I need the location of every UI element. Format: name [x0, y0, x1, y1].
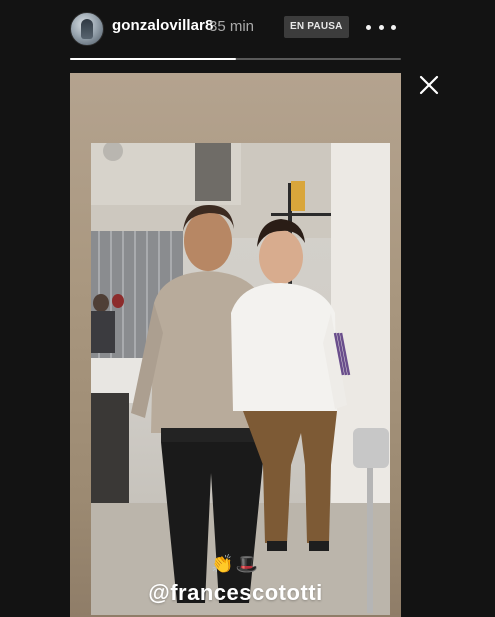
emoji-sticker: 👏🎩	[211, 554, 260, 574]
story-card[interactable]: 👏🎩 @francescototti	[70, 73, 401, 617]
story-progress-fill	[70, 58, 236, 60]
close-button[interactable]	[418, 74, 440, 96]
story-photo	[91, 143, 390, 615]
avatar-figure	[81, 19, 93, 39]
more-options-icon-dot	[378, 24, 384, 30]
photo-illustration	[91, 143, 390, 615]
close-icon	[419, 75, 439, 95]
more-options-icon-dot	[391, 24, 396, 30]
more-options-icon	[366, 24, 371, 30]
more-options-button[interactable]	[366, 16, 396, 38]
time-ago: 35 min	[209, 18, 255, 35]
username-link[interactable]: gonzalovillar8	[112, 17, 213, 34]
story-progress-bar	[70, 58, 401, 60]
user-avatar[interactable]	[70, 12, 104, 46]
mention-sticker[interactable]: @francescototti	[70, 580, 401, 606]
story-header: gonzalovillar8 35 min EN PAUSA	[0, 0, 495, 56]
paused-badge: EN PAUSA	[284, 16, 349, 38]
